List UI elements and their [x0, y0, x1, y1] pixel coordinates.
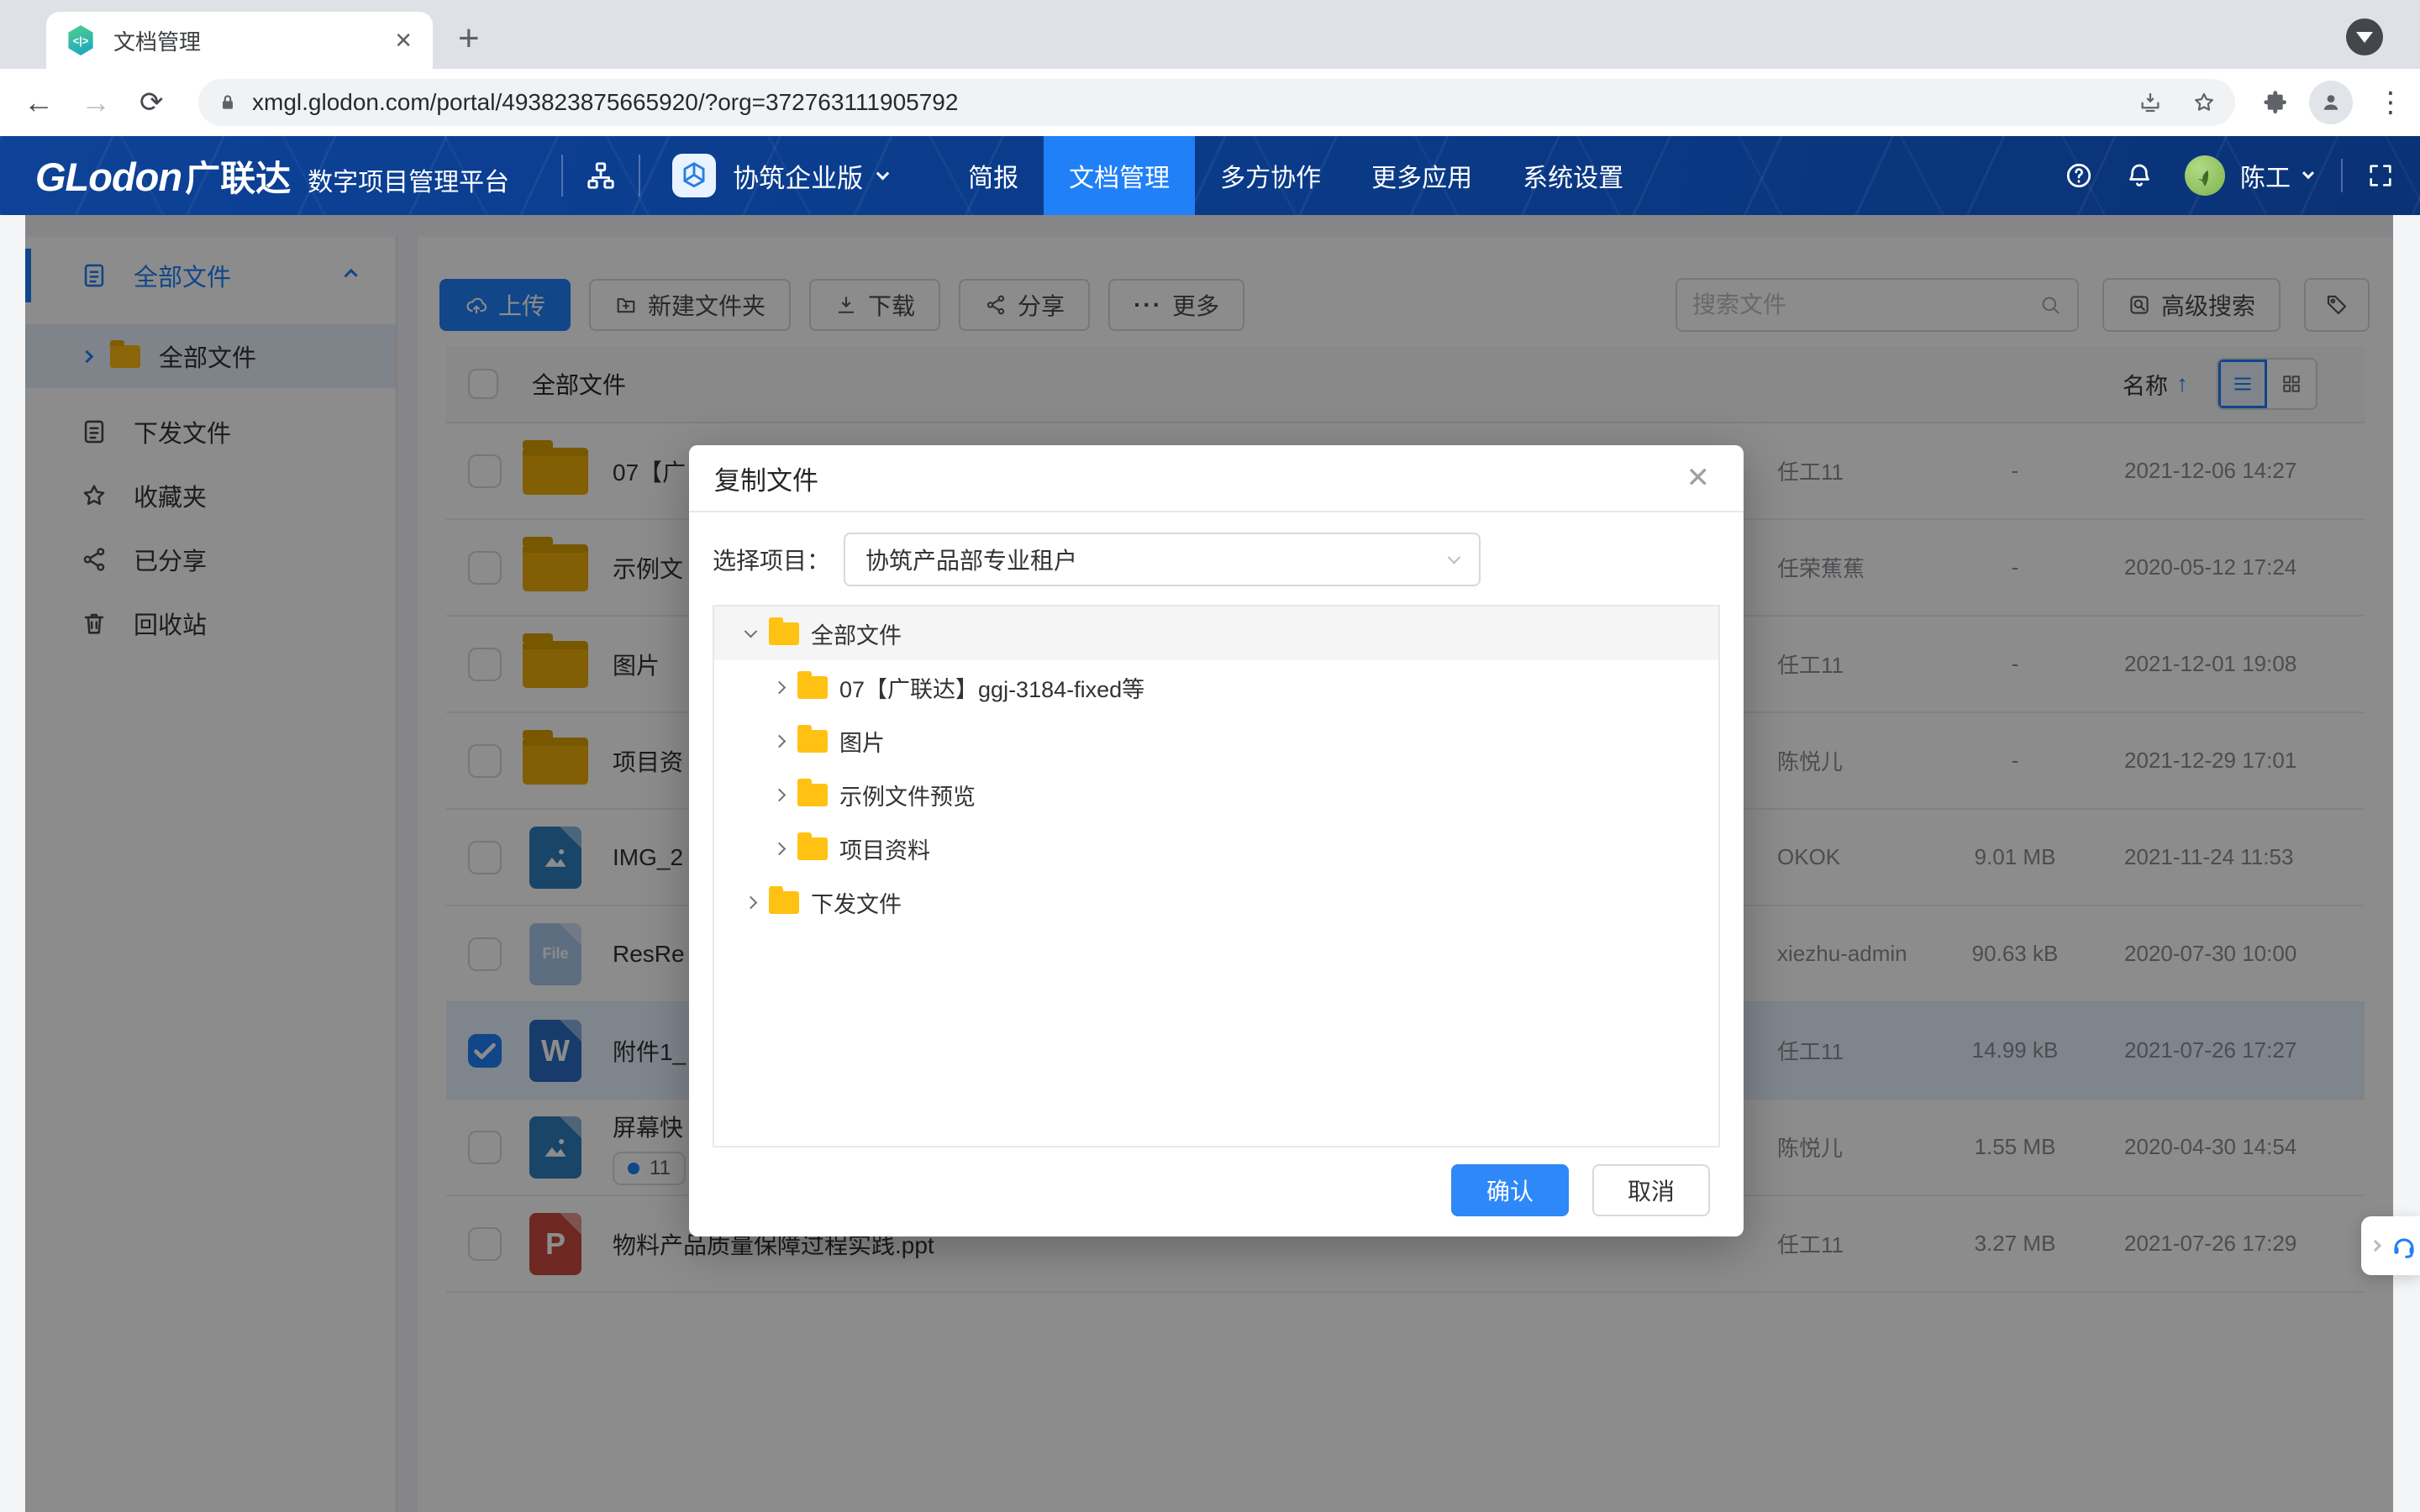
person-icon — [2318, 90, 2344, 115]
divider — [2341, 159, 2343, 192]
tree-item-label: 项目资料 — [839, 832, 930, 865]
chevron-down-icon — [1448, 550, 1461, 564]
address-bar[interactable]: xmgl.glodon.com/portal/493823875665920/?… — [198, 79, 2235, 126]
project-select[interactable]: 协筑产品部专业租户 — [844, 533, 1481, 586]
tree-item-label: 示例文件预览 — [839, 779, 976, 811]
folder-icon — [769, 891, 799, 914]
extensions-icon[interactable] — [2262, 89, 2289, 116]
logo-cn: 广联达 — [185, 150, 291, 202]
folder-icon — [769, 622, 799, 645]
tree-item[interactable]: 图片 — [714, 714, 1718, 768]
bookmark-star-icon[interactable] — [2191, 90, 2217, 115]
project-select-label: 选择项目： — [713, 543, 830, 576]
chevron-down-icon[interactable] — [744, 624, 758, 638]
copy-file-modal: 复制文件 ✕ 选择项目： 协筑产品部专业租户 全部文件 07【广联达】ggj-31… — [689, 445, 1744, 1236]
chevron-right-icon[interactable] — [744, 895, 758, 909]
user-avatar[interactable] — [2185, 155, 2225, 196]
chevron-down-icon — [2302, 167, 2314, 179]
tab-title: 文档管理 — [113, 25, 394, 56]
tree-item[interactable]: 项目资料 — [714, 822, 1718, 875]
divider — [561, 155, 563, 197]
browser-profile-avatar[interactable] — [2309, 81, 2353, 124]
workspace-switcher[interactable]: 协筑企业版 — [672, 154, 887, 197]
forward-button[interactable]: → — [81, 84, 111, 121]
browser-tab-strip: <|> 文档管理 ✕ + — [0, 0, 2420, 69]
tree-item-label: 图片 — [839, 725, 885, 758]
notification-bell-icon[interactable] — [2124, 160, 2154, 191]
tab-search-button[interactable] — [2346, 18, 2383, 55]
site-favicon: <|> — [66, 25, 95, 55]
divider — [639, 155, 640, 197]
logo-subtitle: 数字项目管理平台 — [308, 161, 509, 198]
tree-item[interactable]: 07【广联达】ggj-3184-fixed等 — [714, 660, 1718, 714]
tree-item[interactable]: 下发文件 — [714, 875, 1718, 929]
cancel-button[interactable]: 取消 — [1592, 1164, 1710, 1216]
chevron-right-icon[interactable] — [773, 734, 786, 748]
chevron-right-icon — [2370, 1240, 2381, 1252]
workspace-label: 协筑企业版 — [733, 157, 863, 195]
modal-close-icon[interactable]: ✕ — [1686, 461, 1711, 495]
headset-icon — [2390, 1231, 2418, 1260]
user-name[interactable]: 陈工 — [2240, 157, 2291, 194]
url-text: xmgl.glodon.com/portal/493823875665920/?… — [252, 89, 2109, 116]
org-structure-icon[interactable] — [585, 160, 617, 192]
modal-header: 复制文件 ✕ — [689, 445, 1744, 512]
folder-icon — [797, 676, 828, 699]
caret-down-icon — [2356, 32, 2373, 43]
browser-tab[interactable]: <|> 文档管理 ✕ — [46, 12, 433, 69]
folder-icon — [797, 784, 828, 806]
app-nav-bar: GLodon 广联达 数字项目管理平台 协筑企业版 简报文档管理多方协作更多应用… — [0, 136, 2420, 215]
tree-item-label: 07【广联达】ggj-3184-fixed等 — [839, 671, 1144, 704]
tree-item-label: 下发文件 — [811, 886, 902, 919]
nav-item-文档管理[interactable]: 文档管理 — [1044, 136, 1195, 215]
nav-item-更多应用[interactable]: 更多应用 — [1346, 136, 1497, 215]
tree-item[interactable]: 示例文件预览 — [714, 768, 1718, 822]
confirm-button[interactable]: 确认 — [1451, 1164, 1569, 1216]
folder-tree: 全部文件 07【广联达】ggj-3184-fixed等图片示例文件预览项目资料下发… — [713, 605, 1720, 1147]
tree-item[interactable]: 全部文件 — [714, 606, 1718, 660]
back-button[interactable]: ← — [24, 84, 54, 121]
tab-close-icon[interactable]: ✕ — [394, 28, 413, 54]
folder-icon — [797, 730, 828, 753]
project-select-value: 协筑产品部专业租户 — [865, 543, 1449, 576]
browser-menu-icon[interactable]: ⋮ — [2376, 84, 2405, 121]
nav-item-系统设置[interactable]: 系统设置 — [1497, 136, 1649, 215]
logo-en: GLodon — [35, 154, 182, 200]
fullscreen-icon[interactable] — [2366, 161, 2395, 190]
new-tab-button[interactable]: + — [458, 20, 480, 57]
chevron-right-icon[interactable] — [773, 680, 786, 694]
glodon-logo: GLodon 广联达 数字项目管理平台 — [35, 150, 509, 202]
chevron-right-icon[interactable] — [773, 842, 786, 855]
install-icon[interactable] — [2138, 90, 2163, 115]
browser-toolbar: ← → ⟳ xmgl.glodon.com/portal/49382387566… — [0, 69, 2420, 136]
chevron-down-icon — [876, 166, 890, 180]
lock-icon — [217, 92, 239, 113]
tree-item-label: 全部文件 — [811, 617, 902, 650]
nav-item-简报[interactable]: 简报 — [943, 136, 1044, 215]
folder-icon — [797, 837, 828, 860]
nav-item-多方协作[interactable]: 多方协作 — [1195, 136, 1346, 215]
xiezhu-logo-icon — [672, 154, 716, 197]
reload-button[interactable]: ⟳ — [139, 84, 164, 121]
chevron-right-icon[interactable] — [773, 788, 786, 801]
help-icon[interactable] — [2064, 160, 2094, 191]
modal-title: 复制文件 — [714, 459, 1686, 497]
helpdesk-widget[interactable] — [2361, 1216, 2420, 1275]
